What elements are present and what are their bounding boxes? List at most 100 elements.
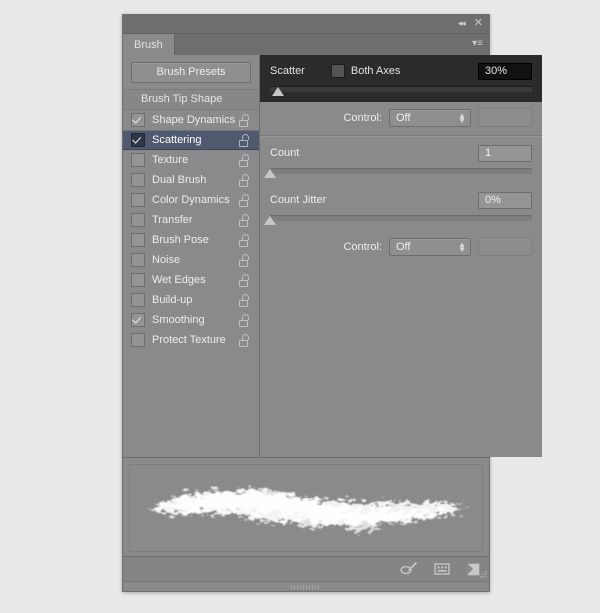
- lock-icon[interactable]: [239, 133, 250, 147]
- checkbox-shape-dynamics[interactable]: [131, 113, 145, 127]
- collapse-double-left-icon[interactable]: ◂◂: [458, 17, 466, 29]
- count-jitter-slider[interactable]: [264, 214, 532, 227]
- lock-icon[interactable]: [239, 233, 250, 247]
- sidebar-item-brush-pose[interactable]: Brush Pose: [123, 230, 259, 250]
- preview-container: [123, 457, 489, 556]
- sidebar-item-scattering[interactable]: Scattering: [123, 130, 259, 150]
- lock-icon[interactable]: [239, 213, 250, 227]
- checkbox-brush-pose[interactable]: [131, 233, 145, 247]
- lock-icon[interactable]: [239, 273, 250, 287]
- scatter-control-select[interactable]: Off ▲ ▼: [389, 108, 471, 127]
- checkbox-build-up[interactable]: [131, 293, 145, 307]
- tab-brush-label: Brush: [134, 38, 163, 51]
- tab-brush[interactable]: Brush: [123, 34, 175, 55]
- resize-grip-icon[interactable]: [477, 569, 487, 579]
- sidebar-item-build-up[interactable]: Build-up: [123, 290, 259, 310]
- sidebar-item-color-dynamics[interactable]: Color Dynamics: [123, 190, 259, 210]
- chevron-updown-icon: ▲ ▼: [458, 110, 466, 125]
- sidebar-item-label: Noise: [152, 254, 181, 266]
- lock-icon[interactable]: [239, 193, 250, 207]
- brush-tip-shape-header[interactable]: Brush Tip Shape: [123, 89, 259, 110]
- count-jitter-control-extra-field[interactable]: [478, 237, 532, 256]
- scatter-control-row: Control: Off ▲ ▼: [260, 102, 542, 133]
- panel-body: Brush Presets Brush Tip Shape Shape Dyna…: [123, 55, 542, 457]
- sidebar-item-label: Color Dynamics: [152, 194, 230, 206]
- count-value-field[interactable]: 1: [478, 144, 532, 162]
- resize-dots-icon: [291, 584, 321, 589]
- both-axes-checkbox[interactable]: [330, 64, 345, 78]
- scatter-label: Scatter: [270, 65, 305, 77]
- sidebar-item-label: Protect Texture: [152, 334, 226, 346]
- count-jitter-slider-thumb[interactable]: [264, 216, 276, 225]
- sidebar-item-protect-texture[interactable]: Protect Texture: [123, 330, 259, 350]
- brush-stroke-svg: [148, 489, 466, 530]
- checkbox-scattering[interactable]: [131, 133, 145, 147]
- sidebar-item-transfer[interactable]: Transfer: [123, 210, 259, 230]
- lock-icon[interactable]: [239, 173, 250, 187]
- sidebar-item-dual-brush[interactable]: Dual Brush: [123, 170, 259, 190]
- scatter-control-value: Off: [396, 111, 411, 124]
- count-jitter-label: Count Jitter: [270, 194, 327, 206]
- count-slider-track[interactable]: [270, 168, 532, 174]
- sidebar-item-label: Smoothing: [152, 314, 205, 326]
- brush-presets-grid-icon[interactable]: [434, 562, 450, 576]
- sidebar-item-smoothing[interactable]: Smoothing: [123, 310, 259, 330]
- scatter-control-extra-field[interactable]: [478, 108, 532, 127]
- sidebar-item-wet-edges[interactable]: Wet Edges: [123, 270, 259, 290]
- checkbox-color-dynamics[interactable]: [131, 193, 145, 207]
- panel-menu-icon[interactable]: ▾≡: [472, 38, 483, 50]
- count-label: Count: [270, 147, 300, 159]
- scatter-slider-thumb[interactable]: [271, 87, 284, 96]
- checkbox-dual-brush[interactable]: [131, 173, 145, 187]
- count-jitter-slider-track[interactable]: [270, 215, 532, 221]
- lock-icon[interactable]: [239, 113, 250, 127]
- both-axes-label: Both Axes: [350, 65, 401, 77]
- panel-titlebar: ◂◂ ✕: [123, 15, 489, 34]
- sidebar-item-texture[interactable]: Texture: [123, 150, 259, 170]
- sidebar-item-noise[interactable]: Noise: [123, 250, 259, 270]
- lock-icon[interactable]: [239, 293, 250, 307]
- count-jitter-control-select[interactable]: Off ▲ ▼: [389, 237, 471, 256]
- scatter-slider-track[interactable]: [270, 86, 532, 92]
- sidebar-item-label: Dual Brush: [152, 174, 207, 186]
- count-row: Count 1: [270, 143, 532, 163]
- scatter-value-field[interactable]: 30%: [478, 62, 532, 80]
- close-icon[interactable]: ✕: [474, 17, 483, 29]
- scatter-control-label: Control:: [343, 111, 382, 124]
- brush-options-list: Shape Dynamics Scattering Texture Dual Brus…: [123, 110, 259, 457]
- lock-icon[interactable]: [239, 153, 250, 167]
- count-slider[interactable]: [264, 167, 532, 180]
- sidebar-item-label: Shape Dynamics: [152, 114, 236, 126]
- count-jitter-control-row: Control: Off ▲ ▼: [260, 231, 542, 262]
- lock-icon[interactable]: [239, 253, 250, 267]
- count-jitter-value-field[interactable]: 0%: [478, 191, 532, 209]
- sidebar-item-shape-dynamics[interactable]: Shape Dynamics: [123, 110, 259, 130]
- count-jitter-row: Count Jitter 0%: [270, 190, 532, 210]
- scatter-group: Scatter Both Axes 30%: [260, 55, 542, 102]
- panel-tabbar: Brush ▾≡: [123, 34, 489, 55]
- brush-presets-button[interactable]: Brush Presets: [131, 62, 251, 83]
- brush-options-sidebar: Brush Presets Brush Tip Shape Shape Dyna…: [123, 55, 260, 457]
- checkbox-smoothing[interactable]: [131, 313, 145, 327]
- count-jitter-control-value: Off: [396, 240, 411, 253]
- toggle-brush-settings-icon[interactable]: [400, 562, 418, 576]
- lock-icon[interactable]: [239, 313, 250, 327]
- scatter-slider[interactable]: [270, 85, 532, 98]
- sidebar-item-label: Transfer: [152, 214, 193, 226]
- count-slider-thumb[interactable]: [264, 169, 276, 178]
- checkbox-transfer[interactable]: [131, 213, 145, 227]
- checkbox-texture[interactable]: [131, 153, 145, 167]
- checkbox-protect-texture[interactable]: [131, 333, 145, 347]
- count-jitter-group: Count Jitter 0%: [260, 184, 542, 231]
- count-group: Count 1: [260, 137, 542, 184]
- sidebar-item-label: Texture: [152, 154, 189, 166]
- both-axes-control[interactable]: Both Axes: [330, 64, 401, 78]
- brush-panel: ◂◂ ✕ Brush ▾≡ Brush Presets Brush Tip Sh…: [122, 14, 542, 592]
- lock-icon[interactable]: [239, 333, 250, 347]
- panel-resize-bar[interactable]: [123, 581, 489, 591]
- checkbox-noise[interactable]: [131, 253, 145, 267]
- scattering-options-pane: Scatter Both Axes 30% Control: Off ▲ ▼ C…: [260, 55, 542, 457]
- presets-button-container: Brush Presets: [123, 55, 259, 89]
- count-jitter-control-label: Control:: [343, 240, 382, 253]
- checkbox-wet-edges[interactable]: [131, 273, 145, 287]
